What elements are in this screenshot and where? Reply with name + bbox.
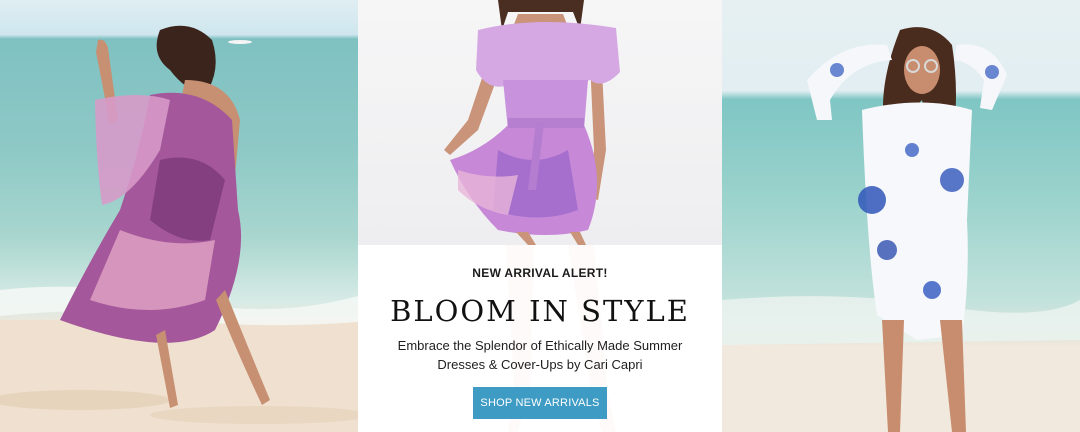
left-model-photo: [0, 0, 358, 432]
promo-subcopy: Embrace the Splendor of Ethically Made S…: [397, 338, 683, 372]
beach-model-blue-floral-shirtdress-image: [722, 27, 1080, 432]
hero-banner: NEW ARRIVAL ALERT! BLOOM IN STYLE Embrac…: [0, 0, 1080, 432]
beach-model-purple-dress-image: [0, 25, 358, 432]
promo-eyebrow: NEW ARRIVAL ALERT!: [472, 266, 608, 280]
right-model-photo: [722, 0, 1080, 432]
promo-headline: BLOOM IN STYLE: [390, 294, 690, 328]
studio-model-floral-dress-image: [358, 0, 722, 245]
promo-content-box: NEW ARRIVAL ALERT! BLOOM IN STYLE Embrac…: [358, 245, 722, 432]
center-panel: NEW ARRIVAL ALERT! BLOOM IN STYLE Embrac…: [358, 0, 722, 432]
shop-new-arrivals-button[interactable]: SHOP NEW ARRIVALS: [473, 387, 607, 419]
